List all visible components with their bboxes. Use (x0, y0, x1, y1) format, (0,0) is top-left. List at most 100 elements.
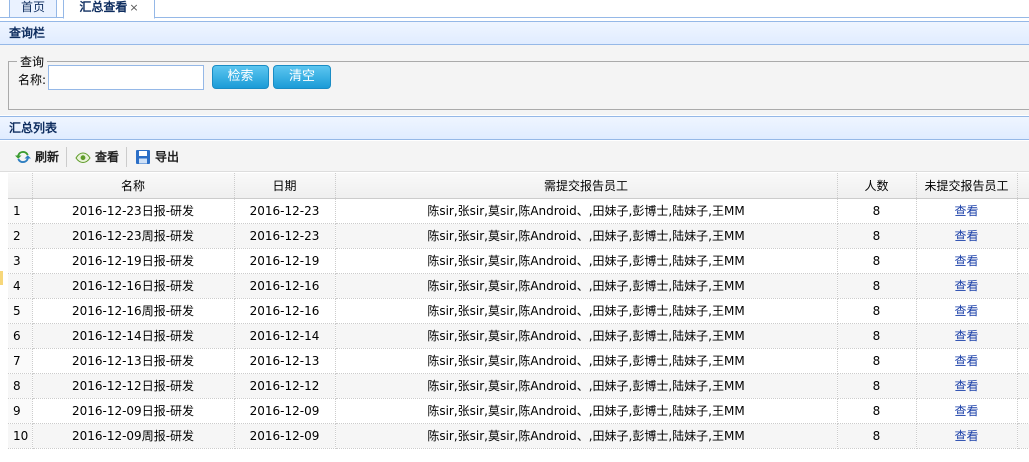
col-header-staff[interactable]: 需提交报告员工 (335, 173, 838, 199)
save-icon (136, 150, 150, 164)
filler-cell (1017, 298, 1029, 324)
count-cell: 8 (837, 198, 917, 224)
action-cell: 查看 (916, 273, 1018, 299)
filler-cell (1017, 198, 1029, 224)
refresh-button[interactable]: 刷新 (15, 147, 59, 167)
table-row[interactable]: 1 2016-12-23日报-研发 2016-12-23 陈sir,张sir,莫sir… (8, 198, 1029, 224)
table-header-row: 名称 日期 需提交报告员工 人数 未提交报告员工 (8, 173, 1029, 199)
col-header-date[interactable]: 日期 (234, 173, 336, 199)
toolbar-divider (66, 147, 67, 167)
row-number-cell: 8 (8, 373, 33, 399)
action-cell: 查看 (916, 423, 1018, 449)
tab-home[interactable]: 首页 (9, 0, 57, 18)
date-cell: 2016-12-13 (234, 348, 336, 374)
date-cell: 2016-12-16 (234, 273, 336, 299)
action-cell: 查看 (916, 223, 1018, 249)
filler-cell (1017, 423, 1029, 449)
name-cell: 2016-12-14日报-研发 (32, 323, 235, 349)
col-header-name[interactable]: 名称 (32, 173, 235, 199)
count-cell: 8 (837, 248, 917, 274)
export-button[interactable]: 导出 (135, 147, 179, 167)
filler-cell (1017, 373, 1029, 399)
action-cell: 查看 (916, 323, 1018, 349)
staff-cell: 陈sir,张sir,莫sir,陈Android、,田妹子,彭博士,陆妹子,王MM (335, 223, 838, 249)
filler-cell (1017, 323, 1029, 349)
query-legend: 查询 (20, 55, 45, 69)
row-marker (0, 271, 3, 285)
view-unsubmitted-link[interactable]: 查看 (954, 304, 978, 318)
row-number-cell: 7 (8, 348, 33, 374)
name-search-input[interactable] (48, 65, 204, 90)
query-panel-title: 查询栏 (0, 21, 1029, 45)
eye-icon (75, 152, 91, 164)
table-row[interactable]: 10 2016-12-09周报-研发 2016-12-09 陈sir,张sir,莫si… (8, 423, 1029, 449)
view-unsubmitted-link[interactable]: 查看 (954, 404, 978, 418)
list-panel-title: 汇总列表 (0, 116, 1029, 140)
staff-cell: 陈sir,张sir,莫sir,陈Android、,田妹子,彭博士,陆妹子,王MM (335, 398, 838, 424)
table-row[interactable]: 8 2016-12-12日报-研发 2016-12-12 陈sir,张sir,莫sir… (8, 373, 1029, 399)
staff-cell: 陈sir,张sir,莫sir,陈Android、,田妹子,彭博士,陆妹子,王MM (335, 298, 838, 324)
count-cell: 8 (837, 298, 917, 324)
view-unsubmitted-link[interactable]: 查看 (954, 254, 978, 268)
view-unsubmitted-link[interactable]: 查看 (954, 204, 978, 218)
table-row[interactable]: 7 2016-12-13日报-研发 2016-12-13 陈sir,张sir,莫sir… (8, 348, 1029, 374)
date-cell: 2016-12-19 (234, 248, 336, 274)
col-header-rownum (8, 173, 33, 199)
row-number-cell: 6 (8, 323, 33, 349)
staff-cell: 陈sir,张sir,莫sir,陈Android、,田妹子,彭博士,陆妹子,王MM (335, 423, 838, 449)
table-row[interactable]: 9 2016-12-09日报-研发 2016-12-09 陈sir,张sir,莫sir… (8, 398, 1029, 424)
count-cell: 8 (837, 323, 917, 349)
refresh-label: 刷新 (35, 150, 60, 164)
table-row[interactable]: 6 2016-12-14日报-研发 2016-12-14 陈sir,张sir,莫sir… (8, 323, 1029, 349)
tab-home-label: 首页 (20, 0, 45, 14)
count-cell: 8 (837, 398, 917, 424)
name-cell: 2016-12-09周报-研发 (32, 423, 235, 449)
row-number-cell: 5 (8, 298, 33, 324)
tab-summary-view[interactable]: 汇总查看 × (63, 0, 155, 19)
staff-cell: 陈sir,张sir,莫sir,陈Android、,田妹子,彭博士,陆妹子,王MM (335, 248, 838, 274)
filler-cell (1017, 398, 1029, 424)
view-unsubmitted-link[interactable]: 查看 (954, 354, 978, 368)
date-cell: 2016-12-09 (234, 423, 336, 449)
staff-cell: 陈sir,张sir,莫sir,陈Android、,田妹子,彭博士,陆妹子,王MM (335, 348, 838, 374)
row-number-cell: 4 (8, 273, 33, 299)
tab-summary-label: 汇总查看 (79, 0, 128, 14)
row-number-cell: 10 (8, 423, 33, 449)
filler-cell (1017, 348, 1029, 374)
search-button[interactable]: 检索 (212, 65, 269, 89)
close-icon[interactable]: × (129, 1, 138, 14)
date-cell: 2016-12-09 (234, 398, 336, 424)
view-unsubmitted-link[interactable]: 查看 (954, 279, 978, 293)
name-cell: 2016-12-12日报-研发 (32, 373, 235, 399)
grid-toolbar: 刷新 查看 导出 (0, 141, 1029, 172)
date-cell: 2016-12-23 (234, 198, 336, 224)
view-unsubmitted-link[interactable]: 查看 (954, 229, 978, 243)
row-number-cell: 3 (8, 248, 33, 274)
view-label: 查看 (95, 150, 120, 164)
row-number-cell: 1 (8, 198, 33, 224)
table-row[interactable]: 3 2016-12-19日报-研发 2016-12-19 陈sir,张sir,莫sir… (8, 248, 1029, 274)
col-header-unsubmitted[interactable]: 未提交报告员工 (916, 173, 1018, 199)
view-button[interactable]: 查看 (75, 147, 119, 167)
summary-table: 名称 日期 需提交报告员工 人数 未提交报告员工 1 2016-12-23日报-研… (8, 173, 1029, 449)
query-area: 查询 名称: 检索 清空 (0, 45, 1029, 115)
staff-cell: 陈sir,张sir,莫sir,陈Android、,田妹子,彭博士,陆妹子,王MM (335, 273, 838, 299)
name-cell: 2016-12-23周报-研发 (32, 223, 235, 249)
filler-cell (1017, 223, 1029, 249)
table-row[interactable]: 5 2016-12-16周报-研发 2016-12-16 陈sir,张sir,莫sir… (8, 298, 1029, 324)
view-unsubmitted-link[interactable]: 查看 (954, 379, 978, 393)
refresh-icon (15, 150, 31, 164)
count-cell: 8 (837, 348, 917, 374)
view-unsubmitted-link[interactable]: 查看 (954, 429, 978, 443)
table-row[interactable]: 2 2016-12-23周报-研发 2016-12-23 陈sir,张sir,莫sir… (8, 223, 1029, 249)
clear-button[interactable]: 清空 (273, 65, 331, 89)
table-row[interactable]: 4 2016-12-16日报-研发 2016-12-16 陈sir,张sir,莫sir… (8, 273, 1029, 299)
action-cell: 查看 (916, 298, 1018, 324)
col-header-filler (1017, 173, 1029, 199)
staff-cell: 陈sir,张sir,莫sir,陈Android、,田妹子,彭博士,陆妹子,王MM (335, 198, 838, 224)
action-cell: 查看 (916, 348, 1018, 374)
col-header-count[interactable]: 人数 (837, 173, 917, 199)
view-unsubmitted-link[interactable]: 查看 (954, 329, 978, 343)
action-cell: 查看 (916, 198, 1018, 224)
filler-cell (1017, 273, 1029, 299)
